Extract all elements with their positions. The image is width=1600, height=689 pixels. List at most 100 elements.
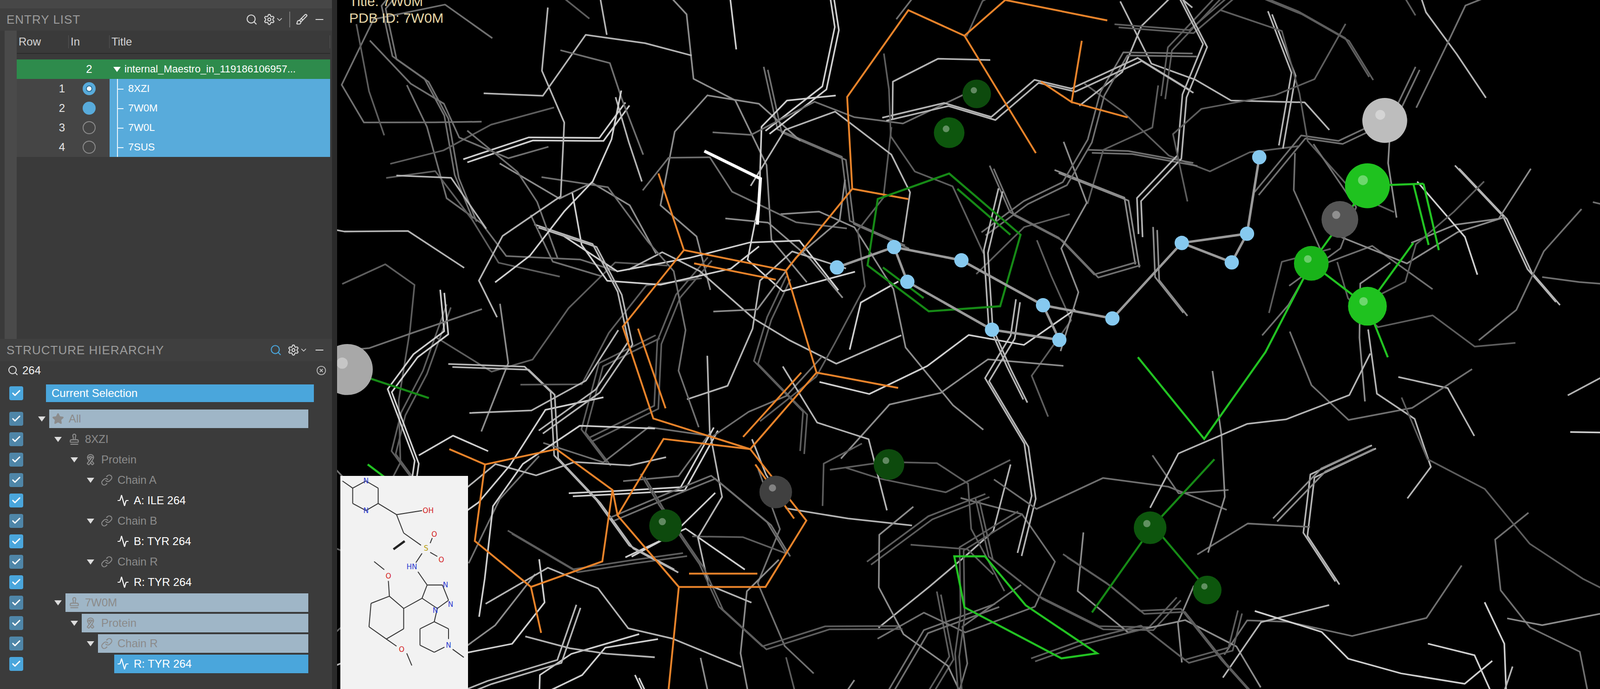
checkbox[interactable] <box>9 411 24 426</box>
check-cell <box>0 432 33 447</box>
entry-icon <box>68 433 81 446</box>
atom-label: N <box>442 580 449 590</box>
check-icon <box>11 556 22 567</box>
expand-icon[interactable] <box>86 477 95 483</box>
checkbox[interactable] <box>9 575 24 590</box>
current-selection[interactable]: Current Selection <box>45 384 314 403</box>
molecule-canvas[interactable] <box>337 0 1600 689</box>
tree-item[interactable]: 7W0M <box>65 593 309 612</box>
clear-icon[interactable] <box>316 365 327 376</box>
settings-button[interactable] <box>287 344 308 357</box>
tree-item[interactable]: All <box>49 409 309 429</box>
check-icon <box>11 617 22 629</box>
tree-item[interactable]: Chain B <box>97 511 309 531</box>
tree-row[interactable]: Protein <box>0 449 332 470</box>
tree-item[interactable]: A: ILE 264 <box>114 491 309 510</box>
check-icon <box>11 434 22 445</box>
tree-row[interactable]: Chain R <box>0 633 332 654</box>
tree-item[interactable]: Protein <box>81 613 309 633</box>
expand-icon[interactable] <box>38 416 46 422</box>
tree-row[interactable]: Chain R <box>0 551 332 573</box>
entry-row[interactable]: 47SUS <box>16 137 331 157</box>
checkbox[interactable] <box>9 452 24 467</box>
tree-item[interactable]: R: TYR 264 <box>114 654 309 674</box>
expand-icon[interactable] <box>54 600 62 606</box>
tree-row[interactable]: 8XZI <box>0 429 332 450</box>
group-row[interactable]: 2internal_Maestro_in_119186106957... <box>16 59 331 79</box>
tree-row[interactable]: A: ILE 264 <box>0 490 332 511</box>
expand-icon[interactable] <box>113 66 121 72</box>
ligand-2d-sketch: NNOHOSOHNNNNOON <box>340 475 469 689</box>
residue-icon <box>117 535 130 548</box>
entry-row[interactable]: 27W0M <box>16 98 331 118</box>
checkbox[interactable] <box>9 386 24 401</box>
checkbox[interactable] <box>9 636 24 651</box>
checkbox[interactable] <box>9 616 24 631</box>
row-number: 2 <box>16 98 69 118</box>
checkbox[interactable] <box>9 656 24 671</box>
check-cell <box>0 656 33 671</box>
tree-item[interactable]: R: TYR 264 <box>114 572 309 592</box>
check-cell <box>0 554 33 569</box>
tree-item[interactable]: Chain R <box>97 552 309 572</box>
include-toggle[interactable] <box>82 140 96 154</box>
expand-icon[interactable] <box>86 559 95 565</box>
tree-row[interactable]: 7W0M <box>0 592 332 613</box>
tree-row[interactable]: Protein <box>0 612 332 634</box>
tree-row[interactable]: R: TYR 264 <box>0 572 332 593</box>
settings-button[interactable] <box>263 13 284 26</box>
tree-row[interactable]: Chain A <box>0 469 332 491</box>
search-button[interactable] <box>245 13 258 26</box>
tree-item[interactable]: Chain A <box>97 470 309 490</box>
minimize-button[interactable] <box>313 344 326 357</box>
column-label[interactable]: In <box>68 35 110 49</box>
check-icon <box>11 474 22 486</box>
tree-row[interactable]: R: TYR 264 <box>0 653 332 675</box>
tree-item[interactable]: 8XZI <box>65 429 309 449</box>
atom-label: O <box>398 645 405 654</box>
check-icon <box>11 638 22 649</box>
search-button[interactable] <box>269 344 282 357</box>
checkbox[interactable] <box>9 513 24 528</box>
tree-item[interactable]: B: TYR 264 <box>114 532 309 551</box>
hierarchy-header: STRUCTURE HIERARCHY <box>0 338 332 362</box>
expand-icon[interactable] <box>54 436 62 443</box>
expand-icon[interactable] <box>86 641 95 647</box>
atom-label: O <box>431 530 437 539</box>
entry-list: RowInTitle 2internal_Maestro_in_119186106… <box>0 30 332 339</box>
tree-item[interactable]: Chain R <box>97 634 309 653</box>
tree-row[interactable]: All <box>0 408 332 430</box>
checkbox[interactable] <box>9 554 24 569</box>
chain-icon <box>100 514 113 527</box>
hierarchy-search[interactable]: 264 <box>0 361 332 380</box>
expand-icon[interactable] <box>70 620 79 626</box>
checkbox[interactable] <box>9 473 24 488</box>
include-toggle[interactable] <box>82 121 96 135</box>
tree-row[interactable]: Chain B <box>0 510 332 532</box>
include-toggle[interactable] <box>82 82 96 96</box>
entry-row[interactable]: 18XZI <box>16 78 331 99</box>
checkbox[interactable] <box>9 493 24 508</box>
include-toggle[interactable] <box>82 101 96 115</box>
tree-row[interactable]: B: TYR 264 <box>0 531 332 552</box>
brush-button[interactable] <box>295 13 308 26</box>
group-count: 2 <box>68 59 110 79</box>
expand-icon[interactable] <box>70 457 79 463</box>
checkbox[interactable] <box>9 432 24 447</box>
column-label[interactable]: Title <box>109 35 331 49</box>
checkbox[interactable] <box>9 534 24 549</box>
current-selection-row[interactable]: Current Selection <box>0 384 332 403</box>
expand-icon[interactable] <box>86 518 95 524</box>
atom-label: N <box>363 476 369 486</box>
atom-label: N <box>432 606 439 615</box>
tree-item[interactable]: Protein <box>81 450 309 469</box>
entry-title: 7W0L <box>109 117 331 138</box>
search-field[interactable]: 264 <box>22 364 313 378</box>
entry-list-tools <box>245 11 326 28</box>
checkbox[interactable] <box>9 595 24 610</box>
protein-icon <box>84 453 97 466</box>
entry-row[interactable]: 37W0L <box>16 117 331 138</box>
column-label[interactable]: Row <box>16 35 69 49</box>
minimize-button[interactable] <box>313 13 326 26</box>
workspace-viewer[interactable]: Title: 7W0MPDB ID: 7W0MNNOHOSOHNNNNOON <box>337 0 1600 689</box>
